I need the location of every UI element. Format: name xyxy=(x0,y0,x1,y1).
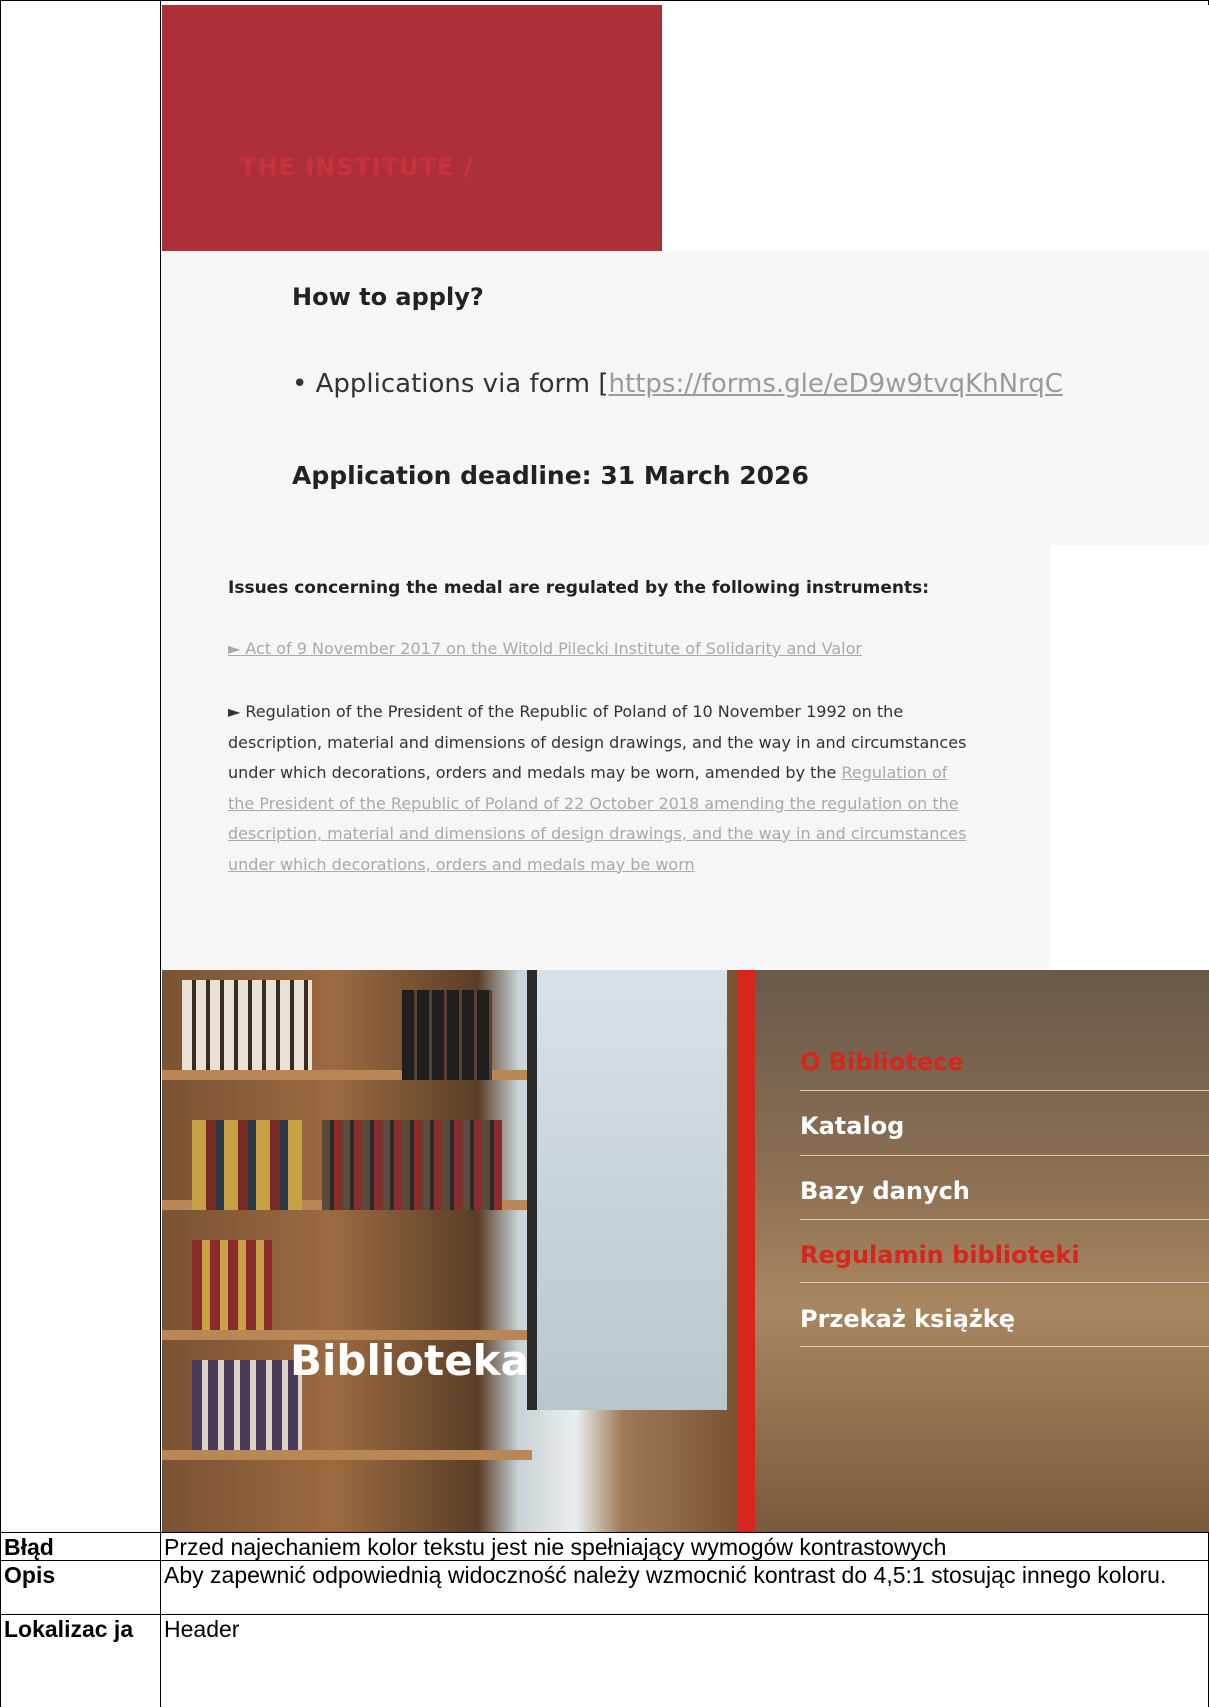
act-link-row: ► Act of 9 November 2017 on the Witold P… xyxy=(228,639,862,658)
description-value: Aby zapewnić odpowiednią widoczność nale… xyxy=(164,1562,1167,1588)
menu-divider xyxy=(800,1090,1209,1091)
books xyxy=(192,1240,272,1330)
application-deadline: Application deadline: 31 March 2026 xyxy=(292,461,809,490)
institute-banner: THE INSTITUTE / xyxy=(162,5,662,251)
books xyxy=(192,1120,302,1210)
institute-heading: THE INSTITUTE / xyxy=(240,153,474,181)
library-title: Biblioteka xyxy=(290,1336,529,1385)
apply-title: How to apply? xyxy=(292,283,484,311)
error-value: Przed najechaniem kolor tekstu jest nie … xyxy=(164,1534,947,1560)
menu-item-regulamin[interactable]: Regulamin biblioteki xyxy=(800,1241,1080,1269)
error-label: Błąd xyxy=(4,1534,54,1560)
menu-divider xyxy=(800,1155,1209,1156)
row-divider-3 xyxy=(0,1614,1209,1615)
menu-item-bazy-danych[interactable]: Bazy danych xyxy=(800,1177,970,1205)
bookshelf xyxy=(162,1450,532,1460)
table-border-left xyxy=(0,0,1,1707)
row-divider-2 xyxy=(0,1560,1209,1561)
menu-item-katalog[interactable]: Katalog xyxy=(800,1112,904,1140)
books xyxy=(182,980,312,1070)
apply-form-link[interactable]: https://forms.gle/eD9w9tvqKhNrqC xyxy=(609,369,1063,399)
regulations-title: Issues concerning the medal are regulate… xyxy=(228,578,930,598)
books xyxy=(402,990,492,1080)
menu-item-o-bibliotece[interactable]: O Bibliotece xyxy=(800,1048,964,1076)
apply-section: How to apply? • Applications via form [h… xyxy=(162,251,1209,545)
regulations-section: Issues concerning the medal are regulate… xyxy=(162,545,1050,970)
location-value: Header xyxy=(164,1616,240,1642)
table-column-divider xyxy=(160,0,161,1707)
description-label: Opis xyxy=(4,1562,56,1588)
books xyxy=(322,1120,502,1210)
table-border-top xyxy=(0,0,1209,1)
apply-bullet-text: • Applications via form [ xyxy=(292,369,609,399)
regulation-paragraph: ► Regulation of the President of the Rep… xyxy=(228,697,973,880)
row-divider-1 xyxy=(0,1532,1209,1533)
accent-bar xyxy=(737,970,755,1532)
audit-table: THE INSTITUTE / How to apply? • Applicat… xyxy=(0,0,1209,1707)
menu-item-przekaz-ksiazke[interactable]: Przekaż książkę xyxy=(800,1305,1015,1333)
books xyxy=(192,1360,302,1450)
menu-divider xyxy=(800,1346,1209,1347)
act-link[interactable]: ► Act of 9 November 2017 on the Witold P… xyxy=(228,639,862,658)
location-label: Lokalizac ja xyxy=(4,1616,134,1642)
menu-divider xyxy=(800,1219,1209,1220)
library-banner: Biblioteka O Bibliotece Katalog Bazy dan… xyxy=(162,970,1209,1532)
apply-bullet: • Applications via form [https://forms.g… xyxy=(292,369,1063,399)
menu-divider xyxy=(800,1282,1209,1283)
library-menu-panel: O Bibliotece Katalog Bazy danych Regulam… xyxy=(755,970,1209,1532)
library-photo: Biblioteka xyxy=(162,970,737,1532)
window xyxy=(527,970,727,1410)
website-screenshot: THE INSTITUTE / How to apply? • Applicat… xyxy=(162,5,1209,1532)
